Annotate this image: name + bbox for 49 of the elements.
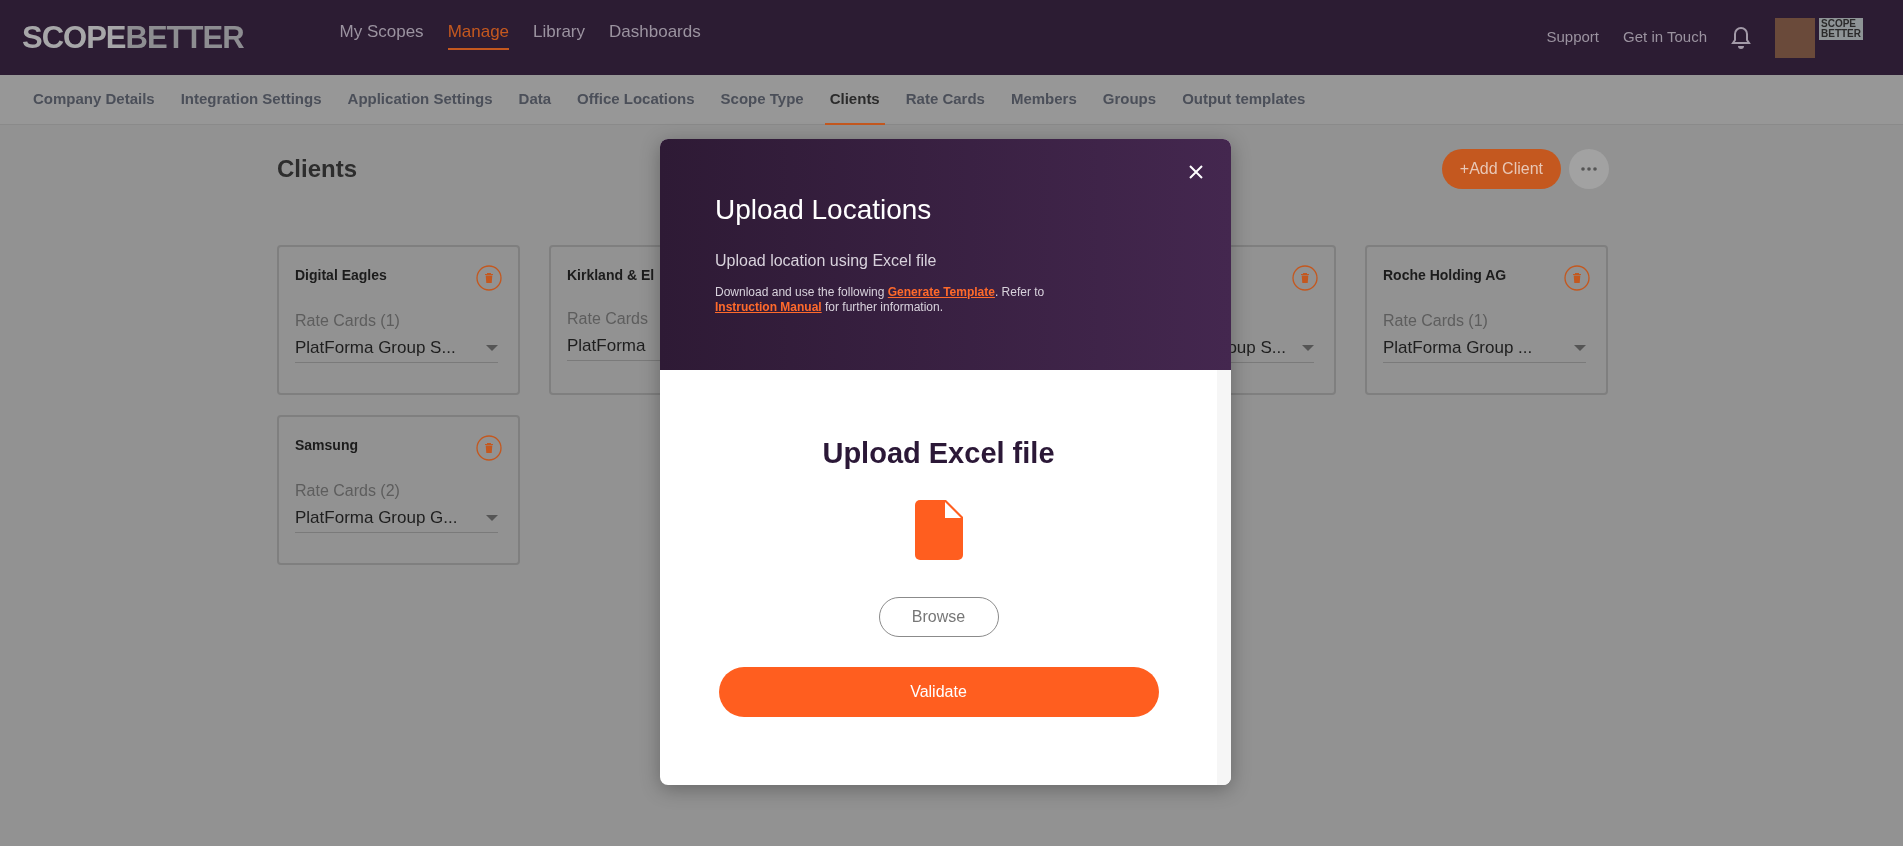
settings-tab[interactable]: Output templates (1177, 75, 1311, 125)
client-name: Samsung (295, 436, 358, 455)
delete-button[interactable] (476, 265, 502, 291)
more-options-button[interactable] (1569, 149, 1609, 189)
bell-icon[interactable] (1731, 25, 1751, 50)
client-name: Roche Holding AG (1383, 266, 1507, 285)
caret-icon (1574, 344, 1586, 351)
text-link[interactable]: Instruction Manual (715, 299, 822, 314)
header-link[interactable]: Support (1546, 26, 1600, 49)
settings-tab[interactable]: Office Locations (572, 75, 700, 125)
avatar-photo-placeholder[interactable] (1775, 17, 1815, 58)
caret-icon (1302, 344, 1314, 351)
delete-button[interactable] (1564, 265, 1590, 291)
nav-link[interactable]: Dashboards (609, 18, 701, 51)
header-link[interactable]: Get in Touch (1623, 26, 1707, 49)
nav-link[interactable]: Library (533, 18, 586, 51)
more-icon (1581, 167, 1597, 171)
settings-tab[interactable]: Scope Type (715, 75, 809, 125)
browse-button[interactable]: Browse (878, 596, 999, 637)
file-icon (914, 499, 963, 560)
client-name: Kirkland & El (567, 266, 655, 285)
text-link[interactable]: Generate Template (887, 284, 995, 299)
rate-card-select[interactable]: PlatForma Group ... (1383, 333, 1586, 363)
validate-button[interactable]: Validate (718, 666, 1159, 717)
settings-tab[interactable]: Application Settings (342, 75, 498, 125)
dialog-title: Upload Locations (715, 193, 933, 227)
caret-icon (486, 344, 498, 351)
rate-card-select[interactable]: PlatForma Group S... (295, 333, 498, 363)
settings-tab[interactable]: Members (1005, 75, 1082, 125)
rate-card-select[interactable]: PlatForma Group G... (295, 503, 498, 533)
settings-tab[interactable]: Clients (824, 75, 885, 125)
settings-tab[interactable]: Integration Settings (175, 75, 327, 125)
settings-tab[interactable]: Groups (1097, 75, 1162, 125)
nav-link[interactable]: Manage (447, 18, 510, 51)
delete-button[interactable] (476, 435, 502, 461)
dialog-subtitle: Upload location using Excel file (715, 250, 938, 271)
settings-tab[interactable]: Rate Cards (900, 75, 990, 125)
client-name: Digital Eagles (295, 266, 387, 285)
delete-button[interactable] (1292, 265, 1318, 291)
company-logo: SCOPE BETTER (1819, 17, 1863, 40)
nav-link[interactable]: My Scopes (339, 18, 424, 51)
upload-heading: Upload Excel file (822, 436, 1055, 471)
settings-tab[interactable]: Data (513, 75, 557, 125)
scopebetter-logo[interactable]: SCOPEBETTER (22, 22, 244, 53)
instruction-text: Download and use the following Generate Template. Refer to Instruction Manual for further information. (715, 284, 1046, 315)
caret-icon (486, 514, 498, 521)
settings-tab[interactable]: Company Details (28, 75, 160, 125)
add-client-button[interactable]: +Add Client (1441, 149, 1561, 189)
page-title: Clients (277, 154, 357, 184)
